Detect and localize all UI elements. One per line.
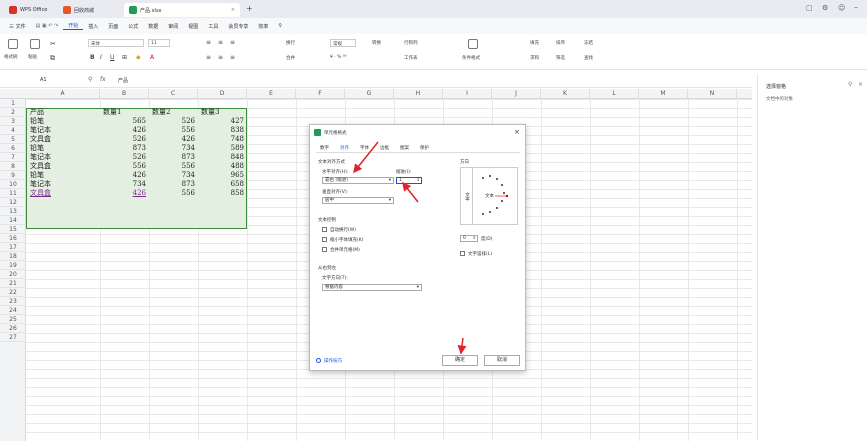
arrow-to-ok	[457, 337, 467, 355]
arrow-to-indent	[402, 181, 419, 203]
annotation-arrows	[353, 141, 467, 355]
arrow-to-horizontal-align	[353, 141, 379, 174]
